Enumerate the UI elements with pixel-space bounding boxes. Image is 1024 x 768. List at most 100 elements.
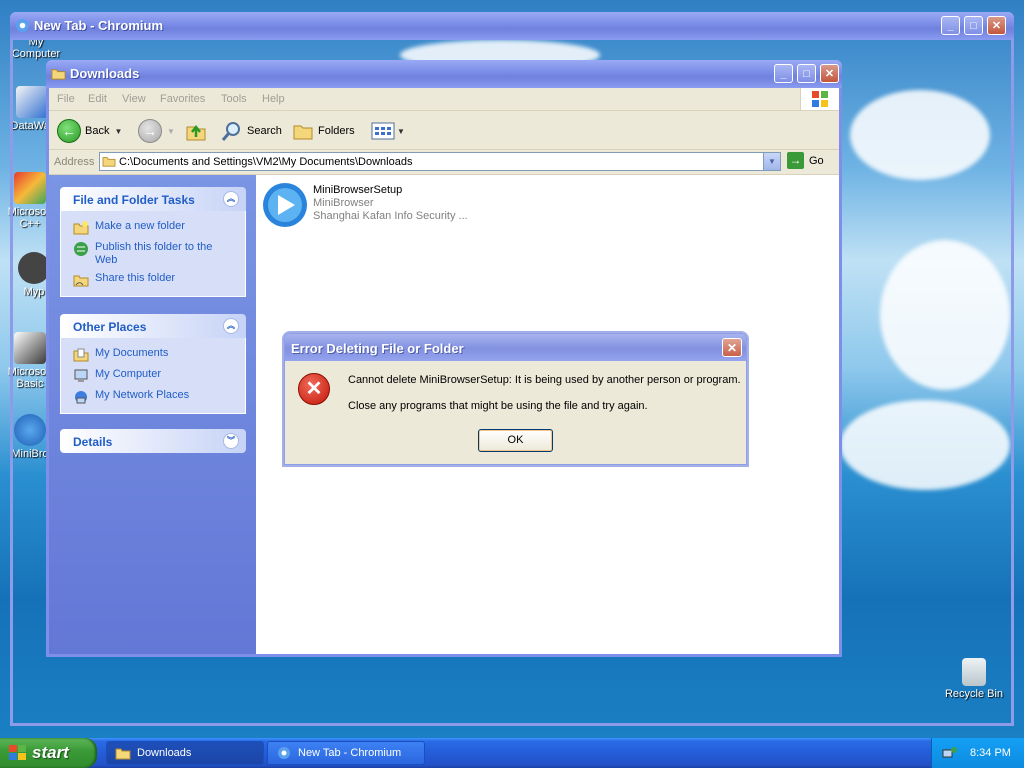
forward-arrow-icon: →	[138, 119, 162, 143]
computer-icon	[74, 369, 88, 382]
go-label: Go	[809, 154, 824, 167]
dialog-title: Error Deleting File or Folder	[291, 341, 464, 356]
taskbar-button-chromium[interactable]: New Tab - Chromium	[267, 741, 425, 765]
start-button[interactable]: start	[0, 738, 97, 768]
address-label: Address	[54, 156, 95, 168]
search-label: Search	[247, 125, 282, 137]
error-icon: ✕	[298, 373, 330, 405]
panel-body: Make a new folder Publish this folder to…	[60, 211, 246, 297]
chromium-icon	[15, 18, 30, 33]
folders-button[interactable]: Folders	[292, 119, 355, 143]
maximize-button[interactable]: □	[964, 16, 983, 35]
dialog-hint: Close any programs that might be using t…	[348, 400, 648, 412]
go-arrow-icon: →	[787, 152, 804, 169]
network-icon	[75, 391, 87, 404]
menu-help[interactable]: Help	[262, 93, 285, 105]
place-my-computer[interactable]: My Computer	[61, 365, 245, 386]
chevron-down-icon[interactable]: ▼	[114, 127, 122, 136]
explorer-titlebar[interactable]: Downloads _ □ ✕	[46, 60, 842, 88]
folder-icon	[51, 69, 66, 80]
expand-icon[interactable]: ︾	[223, 433, 239, 449]
globe-icon	[74, 242, 88, 256]
file-name: MiniBrowserSetup	[313, 184, 403, 196]
views-icon	[371, 122, 395, 140]
task-label: Share this folder	[95, 272, 176, 284]
collapse-icon[interactable]: ︽	[223, 191, 239, 207]
up-folder-button[interactable]	[185, 119, 207, 143]
system-tray: 8:34 PM	[931, 738, 1024, 768]
close-button[interactable]: ✕	[722, 338, 742, 357]
place-my-documents[interactable]: My Documents	[61, 344, 245, 365]
details-panel: Details ︾	[60, 429, 246, 453]
file-folder-tasks-panel: File and Folder Tasks ︽ Make a new folde…	[60, 187, 246, 297]
file-description: MiniBrowser	[313, 197, 374, 209]
task-make-new-folder[interactable]: Make a new folder	[61, 217, 245, 238]
maximize-button[interactable]: □	[797, 64, 816, 83]
folders-label: Folders	[318, 125, 355, 137]
close-button[interactable]: ✕	[987, 16, 1006, 35]
back-arrow-icon: ←	[57, 119, 81, 143]
address-input[interactable]: C:\Documents and Settings\VM2\My Documen…	[99, 152, 781, 171]
other-places-panel: Other Places ︽ My Documents My Computer …	[60, 314, 246, 414]
place-label: My Computer	[95, 368, 162, 380]
address-value: C:\Documents and Settings\VM2\My Documen…	[119, 156, 413, 168]
go-button[interactable]: → Go	[787, 152, 824, 169]
panel-header[interactable]: Other Places ︽	[60, 314, 246, 338]
folders-icon	[293, 125, 313, 140]
task-share-folder[interactable]: Share this folder	[61, 269, 245, 290]
back-button[interactable]: ← Back ▼	[57, 119, 122, 143]
file-details: MiniBrowserSetup MiniBrowser Shanghai Ka…	[313, 184, 468, 223]
start-label: start	[32, 743, 69, 762]
chromium-icon	[278, 747, 290, 759]
task-publish-folder[interactable]: Publish this folder to the Web	[61, 238, 245, 269]
my-documents-icon	[73, 348, 89, 362]
menu-file[interactable]: File	[57, 93, 75, 105]
panel-title: File and Folder Tasks	[73, 193, 195, 207]
panel-header[interactable]: File and Folder Tasks ︽	[60, 187, 246, 211]
search-button[interactable]: Search	[221, 119, 282, 143]
taskbar-button-downloads[interactable]: Downloads	[106, 741, 264, 765]
file-company: Shanghai Kafan Info Security ...	[313, 210, 468, 222]
place-label: My Documents	[95, 347, 169, 359]
chevron-down-icon[interactable]: ▼	[397, 127, 405, 136]
dialog-titlebar[interactable]: Error Deleting File or Folder ✕	[285, 334, 746, 361]
menu-bar: File Edit View Favorites Tools Help	[49, 88, 839, 111]
window-title: Downloads	[70, 66, 140, 81]
clock: 8:34 PM	[970, 747, 1011, 759]
windows-logo-icon	[9, 745, 26, 760]
panel-title: Details	[73, 435, 113, 449]
chevron-down-icon[interactable]: ▼	[763, 153, 780, 170]
windows-logo-icon	[800, 88, 839, 110]
search-icon	[221, 122, 240, 141]
minibrowser-app-icon	[263, 183, 307, 227]
minimize-button[interactable]: _	[941, 16, 960, 35]
place-my-network-places[interactable]: My Network Places	[61, 386, 245, 407]
chevron-down-icon[interactable]: ▼	[167, 127, 175, 136]
up-folder-icon	[186, 124, 206, 141]
task-pane: File and Folder Tasks ︽ Make a new folde…	[49, 175, 256, 654]
forward-button[interactable]: → ▼	[138, 119, 175, 143]
panel-body: My Documents My Computer My Network Plac…	[60, 338, 246, 414]
taskbar-button-label: New Tab - Chromium	[298, 747, 402, 759]
panel-header[interactable]: Details ︾	[60, 429, 246, 453]
taskbar: start Downloads New Tab - Chromium 8:34 …	[0, 738, 1024, 768]
panel-title: Other Places	[73, 320, 147, 334]
menu-tools[interactable]: Tools	[221, 93, 247, 105]
back-label: Back	[85, 125, 110, 137]
network-tray-icon[interactable]	[942, 745, 958, 761]
task-label: Make a new folder	[95, 220, 185, 232]
place-label: My Network Places	[95, 389, 190, 401]
folder-icon	[102, 157, 116, 167]
address-bar: Address C:\Documents and Settings\VM2\My…	[49, 150, 839, 175]
folder-icon	[115, 748, 131, 760]
collapse-icon[interactable]: ︽	[223, 318, 239, 334]
menu-view[interactable]: View	[122, 93, 146, 105]
minimize-button[interactable]: _	[774, 64, 793, 83]
menu-edit[interactable]: Edit	[88, 93, 107, 105]
close-button[interactable]: ✕	[820, 64, 839, 83]
chromium-titlebar[interactable]: New Tab - Chromium _ □ ✕	[10, 12, 1014, 40]
views-button[interactable]: ▼	[371, 119, 405, 143]
dialog-message: Cannot delete MiniBrowserSetup: It is be…	[348, 374, 741, 386]
menu-favorites[interactable]: Favorites	[160, 93, 205, 105]
ok-button[interactable]: OK	[478, 429, 553, 452]
